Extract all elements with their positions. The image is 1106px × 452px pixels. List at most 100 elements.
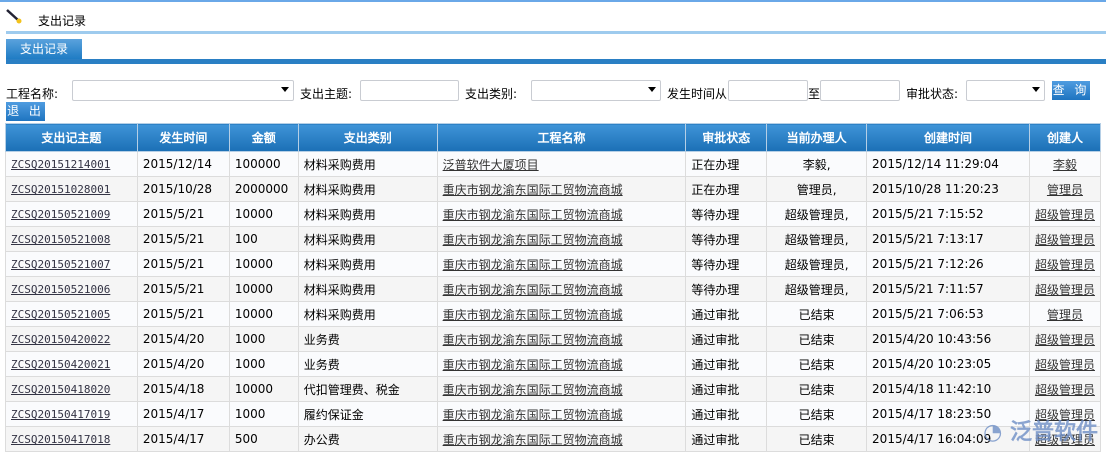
record-link[interactable]: ZCSQ20150521005 bbox=[11, 308, 110, 321]
project-link[interactable]: 重庆市钢龙渝东国际工贸物流商城 bbox=[443, 383, 623, 397]
record-link[interactable]: ZCSQ20151214001 bbox=[11, 158, 110, 171]
project-link[interactable]: 重庆市钢龙渝东国际工贸物流商城 bbox=[443, 433, 623, 447]
chevron-down-icon bbox=[281, 87, 289, 92]
record-link[interactable]: ZCSQ20150420022 bbox=[11, 333, 110, 346]
cell: 2015/5/21 bbox=[136, 251, 230, 277]
cell: ZCSQ20150418020 bbox=[5, 376, 138, 402]
project-link[interactable]: 重庆市钢龙渝东国际工贸物流商城 bbox=[443, 358, 623, 372]
cell: 通过审批 bbox=[685, 376, 768, 402]
divider bbox=[6, 31, 1106, 34]
project-select[interactable] bbox=[72, 80, 294, 101]
record-link[interactable]: ZCSQ20151028001 bbox=[11, 183, 110, 196]
cell: 重庆市钢龙渝东国际工贸物流商城 bbox=[436, 251, 687, 277]
cell: 正在办理 bbox=[685, 151, 768, 177]
cell: 材料采购费用 bbox=[297, 251, 438, 277]
cell: 超级管理员 bbox=[1028, 376, 1102, 402]
table-row: ZCSQ20150417019 2015/4/17 1000 履约保证金 重庆市钢龙渝东… bbox=[5, 401, 1102, 427]
column-header: 当前办理人 bbox=[766, 123, 868, 152]
table-row: ZCSQ20150420022 2015/4/20 1000 业务费 重庆市钢龙渝东国际… bbox=[5, 326, 1102, 352]
cell: 2015/5/21 7:15:52 bbox=[866, 201, 1030, 227]
time-to-input[interactable] bbox=[820, 80, 900, 101]
cell: 李毅, bbox=[766, 151, 868, 177]
cell: 2015/5/21 7:06:53 bbox=[866, 301, 1030, 327]
cell: ZCSQ20151028001 bbox=[5, 176, 138, 202]
cell: 履约保证金 bbox=[297, 401, 438, 427]
record-link[interactable]: ZCSQ20150417019 bbox=[11, 408, 110, 421]
tab-expense-records[interactable]: 支出记录 bbox=[6, 39, 82, 59]
cell: 重庆市钢龙渝东国际工贸物流商城 bbox=[436, 326, 687, 352]
cell: 2015/4/18 11:42:10 bbox=[866, 376, 1030, 402]
cell: 已结束 bbox=[766, 351, 868, 377]
cell: 泛普软件大厦项目 bbox=[436, 151, 687, 177]
cell: 管理员 bbox=[1028, 301, 1102, 327]
column-header: 金额 bbox=[228, 123, 299, 152]
table-row: ZCSQ20150521005 2015/5/21 10000 材料采购费用 重庆市钢龙… bbox=[5, 301, 1102, 327]
cell: 2015/12/14 11:29:04 bbox=[866, 151, 1030, 177]
project-link[interactable]: 重庆市钢龙渝东国际工贸物流商城 bbox=[443, 333, 623, 347]
search-button[interactable]: 查 询 bbox=[1052, 81, 1090, 100]
project-link[interactable]: 重庆市钢龙渝东国际工贸物流商城 bbox=[443, 308, 623, 322]
cell: 2015/4/20 10:43:56 bbox=[866, 326, 1030, 352]
cell: 2015/10/28 bbox=[136, 176, 230, 202]
project-link[interactable]: 重庆市钢龙渝东国际工贸物流商城 bbox=[443, 408, 623, 422]
project-link[interactable]: 重庆市钢龙渝东国际工贸物流商城 bbox=[443, 258, 623, 272]
creator-link[interactable]: 超级管理员 bbox=[1035, 233, 1095, 247]
project-label: 工程名称: bbox=[6, 87, 59, 101]
creator-link[interactable]: 李毅 bbox=[1053, 158, 1077, 172]
column-header: 工程名称 bbox=[436, 123, 687, 152]
watermark-logo: ◔ 泛普软件 bbox=[983, 420, 1098, 445]
category-select[interactable] bbox=[531, 80, 661, 101]
creator-link[interactable]: 超级管理员 bbox=[1035, 358, 1095, 372]
record-link[interactable]: ZCSQ20150420021 bbox=[11, 358, 110, 371]
cell: 业务费 bbox=[297, 351, 438, 377]
project-link[interactable]: 重庆市钢龙渝东国际工贸物流商城 bbox=[443, 183, 623, 197]
record-link[interactable]: ZCSQ20150418020 bbox=[11, 383, 110, 396]
project-link[interactable]: 泛普软件大厦项目 bbox=[443, 158, 539, 172]
status-select[interactable] bbox=[966, 80, 1045, 101]
cell: 等待办理 bbox=[685, 251, 768, 277]
cell: 重庆市钢龙渝东国际工贸物流商城 bbox=[436, 226, 687, 252]
cell: 2015/5/21 bbox=[136, 301, 230, 327]
record-link[interactable]: ZCSQ20150521008 bbox=[11, 233, 110, 246]
creator-link[interactable]: 超级管理员 bbox=[1035, 333, 1095, 347]
cell: 通过审批 bbox=[685, 351, 768, 377]
cell: 重庆市钢龙渝东国际工贸物流商城 bbox=[436, 176, 687, 202]
exit-button[interactable]: 退 出 bbox=[6, 102, 45, 121]
cell: 已结束 bbox=[766, 401, 868, 427]
table-row: ZCSQ20150521009 2015/5/21 10000 材料采购费用 重庆市钢龙… bbox=[5, 201, 1102, 227]
cell: 等待办理 bbox=[685, 226, 768, 252]
creator-link[interactable]: 超级管理员 bbox=[1035, 258, 1095, 272]
cell: ZCSQ20150417019 bbox=[5, 401, 138, 427]
creator-link[interactable]: 超级管理员 bbox=[1035, 208, 1095, 222]
project-link[interactable]: 重庆市钢龙渝东国际工贸物流商城 bbox=[443, 233, 623, 247]
cell: 超级管理员 bbox=[1028, 351, 1102, 377]
cell: ZCSQ20150420022 bbox=[5, 326, 138, 352]
record-link[interactable]: ZCSQ20150417018 bbox=[11, 433, 110, 446]
subject-input[interactable] bbox=[360, 80, 459, 101]
cell: 2015/4/20 bbox=[136, 326, 230, 352]
creator-link[interactable]: 管理员 bbox=[1047, 308, 1083, 322]
cell: 2015/4/17 bbox=[136, 401, 230, 427]
record-link[interactable]: ZCSQ20150521009 bbox=[11, 208, 110, 221]
cell: 材料采购费用 bbox=[297, 226, 438, 252]
creator-link[interactable]: 管理员 bbox=[1047, 183, 1083, 197]
expense-table: 支出记主题 发生时间 金额 支出类别 工程名称 审批状态 当前办理人 创建时间 创建人 ZCSQ… bbox=[5, 123, 1102, 452]
project-link[interactable]: 重庆市钢龙渝东国际工贸物流商城 bbox=[443, 283, 623, 297]
cell: 2015/5/21 bbox=[136, 201, 230, 227]
cell: ZCSQ20150420021 bbox=[5, 351, 138, 377]
record-link[interactable]: ZCSQ20150521006 bbox=[11, 283, 110, 296]
cell: 10000 bbox=[228, 376, 299, 402]
cell: 重庆市钢龙渝东国际工贸物流商城 bbox=[436, 351, 687, 377]
cell: 超级管理员, bbox=[766, 251, 868, 277]
cell: 超级管理员, bbox=[766, 201, 868, 227]
record-link[interactable]: ZCSQ20150521007 bbox=[11, 258, 110, 271]
time-from-input[interactable] bbox=[728, 80, 808, 101]
project-link[interactable]: 重庆市钢龙渝东国际工贸物流商城 bbox=[443, 208, 623, 222]
creator-link[interactable]: 超级管理员 bbox=[1035, 283, 1095, 297]
creator-link[interactable]: 超级管理员 bbox=[1035, 383, 1095, 397]
cell: 等待办理 bbox=[685, 276, 768, 302]
cell: 李毅 bbox=[1028, 151, 1102, 177]
table-row: ZCSQ20151028001 2015/10/28 2000000 材料采购费用 重庆… bbox=[5, 176, 1102, 202]
cell: 材料采购费用 bbox=[297, 151, 438, 177]
time-from-label: 发生时间从 bbox=[667, 87, 728, 101]
